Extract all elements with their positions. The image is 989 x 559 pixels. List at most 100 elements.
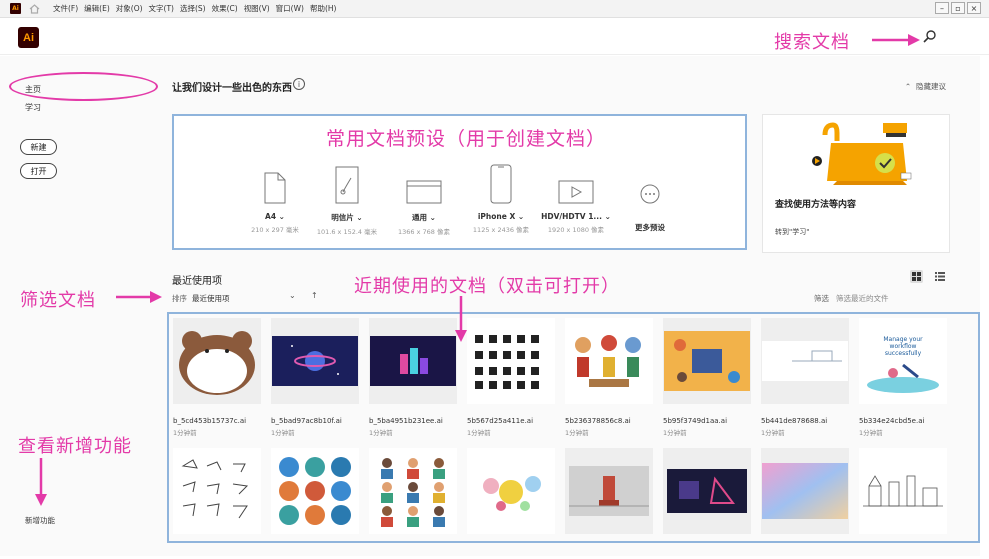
file-name: 5b95f3749d1aa.ai xyxy=(663,417,728,425)
menu-window[interactable]: 窗口(W) xyxy=(276,3,304,14)
preset-hdtv[interactable]: HDV/HDTV 1... ⌄ 1920 x 1080 像素 xyxy=(536,160,616,234)
file-thumbnail xyxy=(173,448,261,534)
preset-name: 明信片 xyxy=(331,213,354,222)
annotation-filter: 筛选文档 xyxy=(20,290,96,311)
maximize-button[interactable]: ▫ xyxy=(951,2,965,14)
list-view-icon[interactable] xyxy=(933,270,946,283)
file-name: b_5ba4951b231ee.ai xyxy=(369,417,443,425)
sort-direction-icon[interactable]: ↑ xyxy=(311,291,318,300)
sidebar-item-learn[interactable]: 学习 xyxy=(25,102,41,113)
annotation-recent: 近期使用的文档（双击可打开） xyxy=(354,276,620,297)
preset-a4[interactable]: A4 ⌄ 210 x 297 毫米 xyxy=(235,160,315,234)
recent-file-card[interactable]: 5b567d25a411e.ai 1分钟前 xyxy=(467,318,555,437)
preset-name: 更多预设 xyxy=(635,223,665,232)
recent-file-card[interactable] xyxy=(467,448,555,534)
recent-file-card[interactable] xyxy=(369,448,457,534)
file-time: 1分钟前 xyxy=(173,429,197,437)
recent-file-card[interactable] xyxy=(859,448,947,534)
preset-name: HDV/HDTV 1... xyxy=(541,212,602,221)
file-thumbnail xyxy=(761,318,849,404)
annotation-arrow xyxy=(872,34,920,46)
recent-file-card[interactable] xyxy=(663,448,751,534)
file-time: 1分钟前 xyxy=(761,429,785,437)
phone-icon xyxy=(490,164,512,204)
file-thumbnail xyxy=(663,318,751,404)
annotation-arrow xyxy=(455,296,467,342)
file-thumbnail xyxy=(369,448,457,534)
home-icon[interactable] xyxy=(29,3,41,14)
filter-input[interactable]: 筛选最近的文件 xyxy=(836,293,889,304)
recent-title: 最近使用项 xyxy=(172,276,222,287)
file-time: 1分钟前 xyxy=(467,429,491,437)
open-button[interactable]: 打开 xyxy=(20,163,57,179)
menu-select[interactable]: 选择(S) xyxy=(180,3,206,14)
minimize-button[interactable]: – xyxy=(935,2,949,14)
annotation-new-features: 查看新增功能 xyxy=(18,436,132,457)
menu-object[interactable]: 对象(O) xyxy=(116,3,143,14)
chevron-down-icon[interactable]: ⌄ xyxy=(289,291,296,300)
menu-bar: Ai 文件(F) 编辑(E) 对象(O) 文字(T) 选择(S) 效果(C) 视… xyxy=(0,0,989,18)
app-mini-logo: Ai xyxy=(10,3,21,14)
recent-file-card[interactable]: 5b95f3749d1aa.ai 1分钟前 xyxy=(663,318,751,437)
hide-suggestions-button[interactable]: ⌃ 隐藏建议 xyxy=(905,81,946,92)
file-name: 5b567d25a411e.ai xyxy=(467,417,534,425)
file-thumbnail xyxy=(663,448,751,534)
new-button[interactable]: 新建 xyxy=(20,139,57,155)
menu-help[interactable]: 帮助(H) xyxy=(310,3,337,14)
learn-illustration xyxy=(812,122,912,185)
new-features-link[interactable]: 新增功能 xyxy=(25,515,55,526)
recent-file-card[interactable] xyxy=(271,448,359,534)
file-thumbnail xyxy=(565,448,653,534)
grid-view-icon[interactable] xyxy=(910,270,923,283)
learn-link[interactable]: 转到"学习" xyxy=(775,227,809,237)
menu-view[interactable]: 视图(V) xyxy=(244,3,270,14)
menu-effect[interactable]: 效果(C) xyxy=(212,3,238,14)
search-icon[interactable] xyxy=(921,28,939,46)
postcard-icon xyxy=(335,166,359,204)
suggest-title: 让我们设计一些出色的东西 xyxy=(172,83,292,94)
recent-file-card[interactable]: b_5ba4951b231ee.ai 1分钟前 xyxy=(369,318,457,437)
video-icon xyxy=(558,180,594,204)
sort-dropdown[interactable]: 最近使用项 xyxy=(192,293,230,304)
chevron-down-icon: ⌄ xyxy=(356,213,363,222)
recent-file-card[interactable]: b_5cd453b15737c.ai 1分钟前 xyxy=(173,318,261,437)
thumbnail-caption: Manage your workflow successfully xyxy=(883,336,923,357)
file-thumbnail xyxy=(369,318,457,404)
preset-name: iPhone X xyxy=(477,212,516,221)
preset-name: 通用 xyxy=(412,213,428,222)
file-time: 1分钟前 xyxy=(369,429,393,437)
preset-size: 1366 x 768 像素 xyxy=(398,228,450,236)
learn-card[interactable]: 查找使用方法等内容 转到"学习" xyxy=(762,114,950,253)
annotation-search: 搜索文档 xyxy=(774,32,850,53)
file-name: b_5cd453b15737c.ai xyxy=(173,417,247,425)
window-controls: – ▫ × xyxy=(935,2,981,14)
close-button[interactable]: × xyxy=(967,2,981,14)
file-thumbnail xyxy=(173,318,261,404)
info-icon[interactable]: i xyxy=(293,78,305,90)
recent-file-card[interactable]: 5b441de878688.ai 1分钟前 xyxy=(761,318,849,437)
recent-file-card[interactable] xyxy=(761,448,849,534)
file-name: 5b441de878688.ai xyxy=(761,417,828,425)
file-thumbnail xyxy=(761,448,849,534)
recent-file-card[interactable] xyxy=(173,448,261,534)
preset-web[interactable]: 通用 ⌄ 1366 x 768 像素 xyxy=(384,160,464,236)
recent-file-card[interactable]: Manage your workflow successfully 5b334e… xyxy=(859,318,947,437)
menu-file[interactable]: 文件(F) xyxy=(53,3,78,14)
file-name: b_5bad97ac8b10f.ai xyxy=(271,417,342,425)
menu-type[interactable]: 文字(T) xyxy=(149,3,174,14)
recent-file-card[interactable] xyxy=(565,448,653,534)
file-time: 1分钟前 xyxy=(271,429,295,437)
highlight-ellipse xyxy=(9,72,158,101)
file-thumbnail xyxy=(467,318,555,404)
file-thumbnail xyxy=(271,448,359,534)
annotation-presets: 常用文档预设（用于创建文档） xyxy=(326,128,607,150)
preset-postcard[interactable]: 明信片 ⌄ 101.6 x 152.4 毫米 xyxy=(307,160,387,236)
preset-size: 1125 x 2436 像素 xyxy=(472,226,530,234)
recent-file-card[interactable]: b_5bad97ac8b10f.ai 1分钟前 xyxy=(271,318,359,437)
annotation-arrow xyxy=(116,291,162,303)
preset-iphone[interactable]: iPhone X ⌄ 1125 x 2436 像素 xyxy=(461,160,541,234)
sort-label: 排序 xyxy=(172,294,187,303)
recent-file-card[interactable]: 5b236378856c8.ai 1分钟前 xyxy=(565,318,653,437)
preset-more[interactable]: 更多预设 xyxy=(610,160,690,236)
menu-edit[interactable]: 编辑(E) xyxy=(84,3,110,14)
